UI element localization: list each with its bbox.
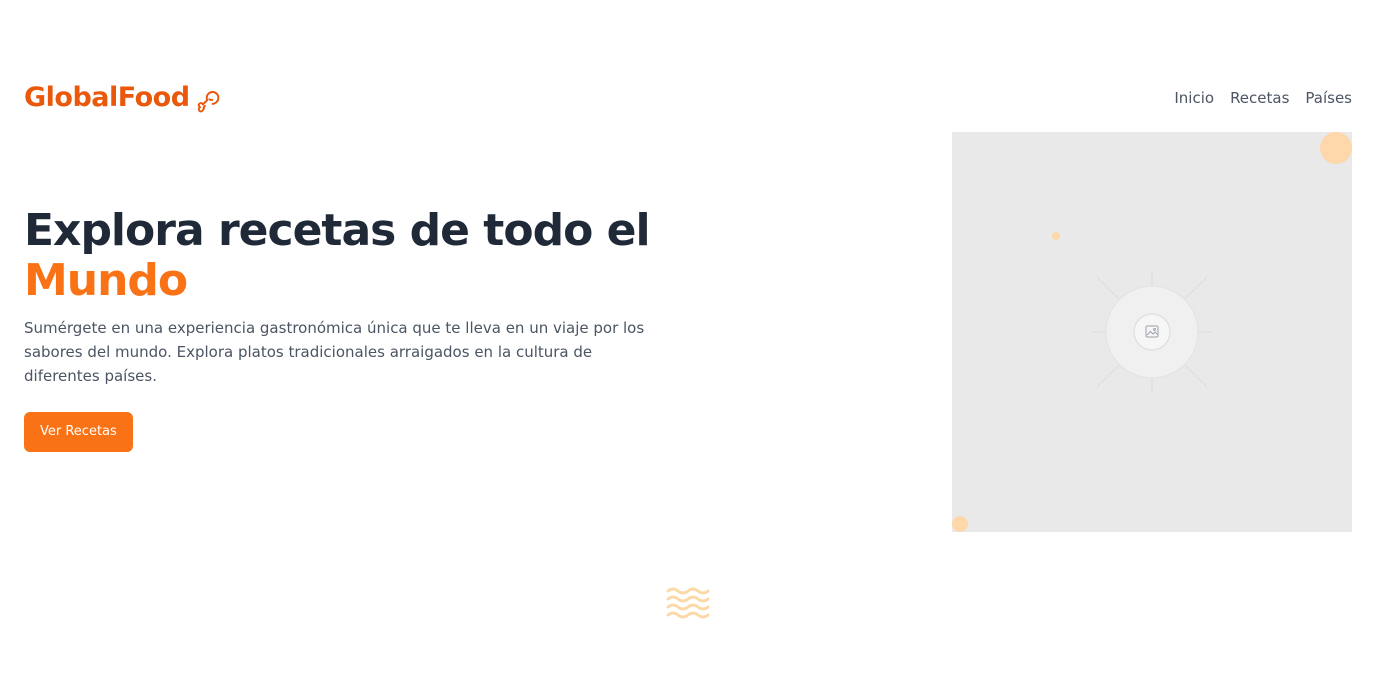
- drumstick-icon: [196, 87, 222, 113]
- nav-link-recetas[interactable]: Recetas: [1230, 86, 1289, 110]
- main-nav: Inicio Recetas Países: [1174, 86, 1352, 110]
- hero-title-accent: Mundo: [24, 255, 188, 306]
- image-placeholder-graphic: [1092, 272, 1212, 392]
- logo-text: GlobalFood: [24, 82, 190, 113]
- logo-link[interactable]: GlobalFood: [24, 80, 222, 116]
- decor-dot: [1320, 132, 1352, 164]
- decor-dot: [1052, 232, 1060, 240]
- hero-image-placeholder: [952, 132, 1352, 532]
- landing-page: GlobalFood Inicio Recetas Países Explora…: [0, 0, 1376, 692]
- waves-icon: [666, 587, 710, 619]
- nav-link-inicio[interactable]: Inicio: [1174, 86, 1214, 110]
- hero-title-line: Explora recetas de todo el: [24, 205, 651, 256]
- hero-title: Explora recetas de todo el Mundo: [24, 205, 651, 306]
- decor-dot: [952, 516, 968, 532]
- nav-link-paises[interactable]: Países: [1305, 86, 1352, 110]
- hero-description: Sumérgete en una experiencia gastronómic…: [24, 319, 645, 385]
- ver-recetas-button[interactable]: Ver Recetas: [24, 412, 133, 452]
